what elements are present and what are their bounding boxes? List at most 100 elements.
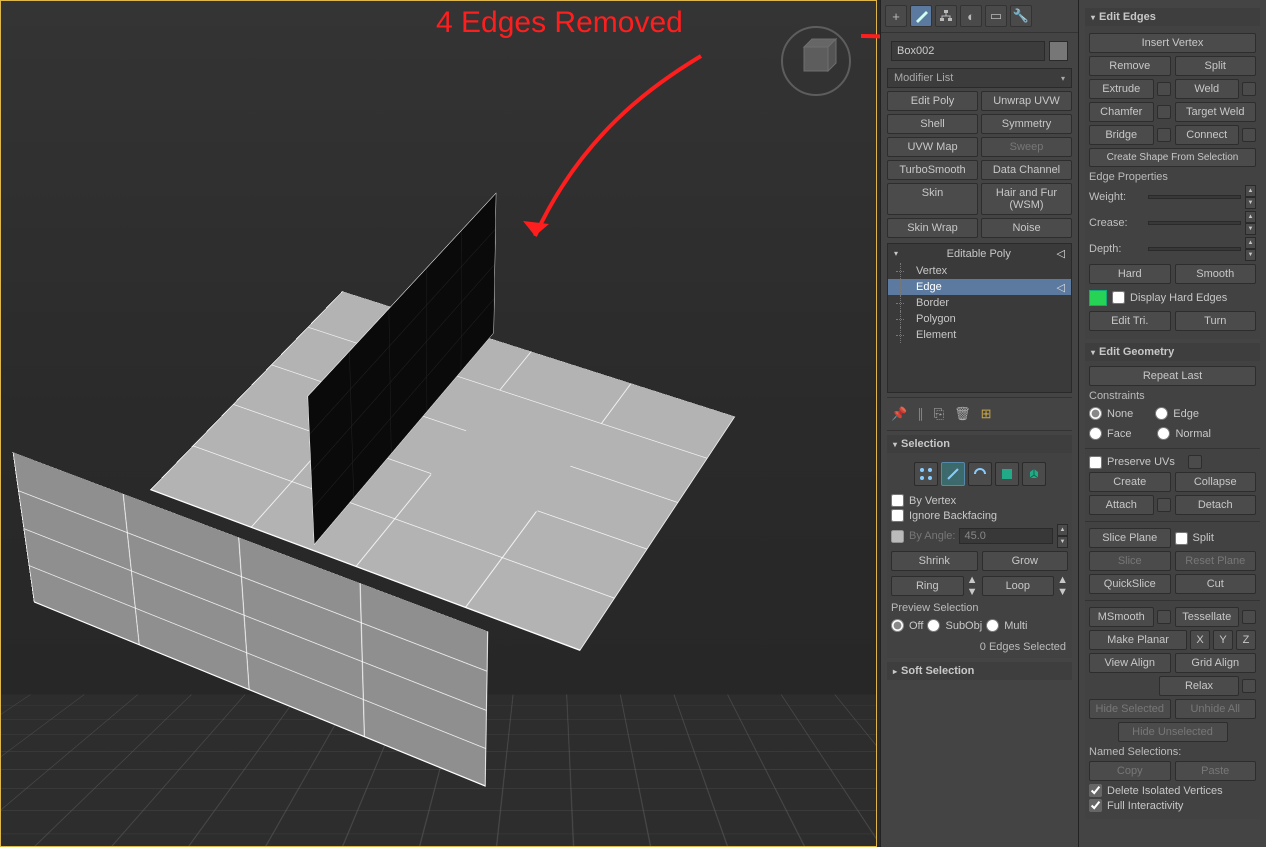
create-button[interactable]: Create xyxy=(1089,472,1171,492)
stack-vertex[interactable]: Vertex xyxy=(888,263,1071,279)
configure-icon[interactable]: ⊞ xyxy=(981,406,992,422)
attach-button[interactable]: Attach xyxy=(1089,495,1154,515)
preview-multi-radio[interactable]: Multi xyxy=(986,619,1027,632)
split-button[interactable]: Split xyxy=(1175,56,1257,76)
spinner-up-icon[interactable]: ▲ xyxy=(1245,211,1256,223)
spinner-up-icon[interactable]: ▲ xyxy=(967,574,978,586)
show-end-result-icon[interactable]: ∥ xyxy=(917,406,924,422)
mod-btn[interactable]: Unwrap UVW xyxy=(981,91,1072,111)
spinner-down-icon[interactable]: ▼ xyxy=(1057,586,1068,598)
make-planar-button[interactable]: Make Planar xyxy=(1089,630,1187,650)
tessellate-settings-icon[interactable] xyxy=(1242,610,1256,624)
constraint-edge-radio[interactable]: Edge xyxy=(1155,407,1199,420)
planar-z-button[interactable]: Z xyxy=(1236,630,1256,650)
create-shape-button[interactable]: Create Shape From Selection xyxy=(1089,148,1256,167)
display-tab-icon[interactable]: ▭ xyxy=(985,5,1007,27)
hard-edge-color-swatch[interactable] xyxy=(1089,290,1107,306)
connect-settings-icon[interactable] xyxy=(1242,128,1256,142)
stack-element[interactable]: Element xyxy=(888,327,1071,343)
preview-subobj-radio[interactable]: SubObj xyxy=(927,619,982,632)
polygon-mode-icon[interactable] xyxy=(995,462,1019,486)
edit-geometry-rollout-header[interactable]: Edit Geometry xyxy=(1085,343,1260,361)
pin-icon[interactable]: 📌 xyxy=(891,406,907,422)
repeat-last-button[interactable]: Repeat Last xyxy=(1089,366,1256,386)
split-check[interactable]: Split xyxy=(1175,530,1257,546)
spinner-down-icon[interactable]: ▼ xyxy=(1245,197,1256,209)
extrude-settings-icon[interactable] xyxy=(1157,82,1171,96)
delete-icon[interactable]: 🗑 xyxy=(954,406,971,422)
slice-button[interactable]: Slice xyxy=(1089,551,1171,571)
mod-btn[interactable]: UVW Map xyxy=(887,137,978,157)
edit-edges-rollout-header[interactable]: Edit Edges xyxy=(1085,8,1260,26)
viewport[interactable]: 4 Edges Removed xyxy=(0,0,877,847)
selection-rollout-header[interactable]: Selection xyxy=(887,435,1072,453)
by-angle-check[interactable]: By Angle: xyxy=(891,530,955,543)
weld-settings-icon[interactable] xyxy=(1242,82,1256,96)
soft-selection-rollout-header[interactable]: Soft Selection xyxy=(887,662,1072,680)
stack-polygon[interactable]: Polygon xyxy=(888,311,1071,327)
modify-tab-icon[interactable] xyxy=(910,5,932,27)
spinner-up-icon[interactable]: ▲ xyxy=(1245,185,1256,197)
grid-align-button[interactable]: Grid Align xyxy=(1175,653,1257,673)
mod-btn[interactable]: Symmetry xyxy=(981,114,1072,134)
modifier-stack[interactable]: Editable Poly◁ Vertex Edge◁ Border Polyg… xyxy=(887,243,1072,393)
edge-mode-icon[interactable] xyxy=(941,462,965,486)
by-vertex-check[interactable]: By Vertex xyxy=(891,494,1068,507)
spinner-down-icon[interactable]: ▼ xyxy=(1245,223,1256,235)
paste-button[interactable]: Paste xyxy=(1175,761,1257,781)
object-name-field[interactable] xyxy=(891,41,1045,61)
constraint-none-radio[interactable]: None xyxy=(1089,407,1133,420)
mod-btn[interactable]: Noise xyxy=(981,218,1072,238)
mod-btn[interactable]: TurboSmooth xyxy=(887,160,978,180)
target-weld-button[interactable]: Target Weld xyxy=(1175,102,1257,122)
collapse-button[interactable]: Collapse xyxy=(1175,472,1257,492)
bridge-settings-icon[interactable] xyxy=(1157,128,1171,142)
make-unique-icon[interactable]: ⎘ xyxy=(934,406,944,422)
tessellate-button[interactable]: Tessellate xyxy=(1175,607,1240,627)
planar-y-button[interactable]: Y xyxy=(1213,630,1233,650)
detach-button[interactable]: Detach xyxy=(1175,495,1257,515)
full-interactivity-check[interactable]: Full Interactivity xyxy=(1089,799,1256,812)
constraint-normal-radio[interactable]: Normal xyxy=(1157,427,1210,440)
weight-field[interactable] xyxy=(1148,195,1241,199)
display-hard-edges-check[interactable]: Display Hard Edges xyxy=(1112,291,1227,304)
weld-button[interactable]: Weld xyxy=(1175,79,1240,99)
vertex-mode-icon[interactable] xyxy=(914,462,938,486)
cut-button[interactable]: Cut xyxy=(1175,574,1257,594)
preview-off-radio[interactable]: Off xyxy=(891,619,923,632)
hierarchy-tab-icon[interactable] xyxy=(935,5,957,27)
ring-button[interactable]: Ring xyxy=(891,576,964,596)
copy-button[interactable]: Copy xyxy=(1089,761,1171,781)
mod-btn[interactable]: Skin Wrap xyxy=(887,218,978,238)
slice-plane-button[interactable]: Slice Plane xyxy=(1089,528,1171,548)
create-tab-icon[interactable]: + xyxy=(885,5,907,27)
spinner-up-icon[interactable]: ▲ xyxy=(1057,524,1068,536)
delete-isolated-check[interactable]: Delete Isolated Vertices xyxy=(1089,784,1256,797)
mod-btn[interactable]: Hair and Fur (WSM) xyxy=(981,183,1072,215)
smooth-button[interactable]: Smooth xyxy=(1175,264,1257,284)
element-mode-icon[interactable] xyxy=(1022,462,1046,486)
quickslice-button[interactable]: QuickSlice xyxy=(1089,574,1171,594)
mod-btn[interactable]: Data Channel xyxy=(981,160,1072,180)
msmooth-button[interactable]: MSmooth xyxy=(1089,607,1154,627)
spinner-up-icon[interactable]: ▲ xyxy=(1245,237,1256,249)
mod-btn[interactable]: Skin xyxy=(887,183,978,215)
object-color-swatch[interactable] xyxy=(1049,41,1068,61)
mod-btn[interactable]: Sweep xyxy=(981,137,1072,157)
border-mode-icon[interactable] xyxy=(968,462,992,486)
spinner-down-icon[interactable]: ▼ xyxy=(1057,536,1068,548)
msmooth-settings-icon[interactable] xyxy=(1157,610,1171,624)
unhide-all-button[interactable]: Unhide All xyxy=(1175,699,1257,719)
hide-selected-button[interactable]: Hide Selected xyxy=(1089,699,1171,719)
preserve-uvs-check[interactable]: Preserve UVs xyxy=(1089,455,1256,469)
edit-tri-button[interactable]: Edit Tri. xyxy=(1089,311,1171,331)
constraint-face-radio[interactable]: Face xyxy=(1089,427,1131,440)
by-angle-value[interactable]: 45.0 xyxy=(959,528,1053,544)
stack-border[interactable]: Border xyxy=(888,295,1071,311)
relax-button[interactable]: Relax xyxy=(1159,676,1239,696)
utilities-tab-icon[interactable]: 🔧 xyxy=(1010,5,1032,27)
bridge-button[interactable]: Bridge xyxy=(1089,125,1154,145)
remove-button[interactable]: Remove xyxy=(1089,56,1171,76)
ignore-backfacing-check[interactable]: Ignore Backfacing xyxy=(891,509,1068,522)
spinner-down-icon[interactable]: ▼ xyxy=(967,586,978,598)
